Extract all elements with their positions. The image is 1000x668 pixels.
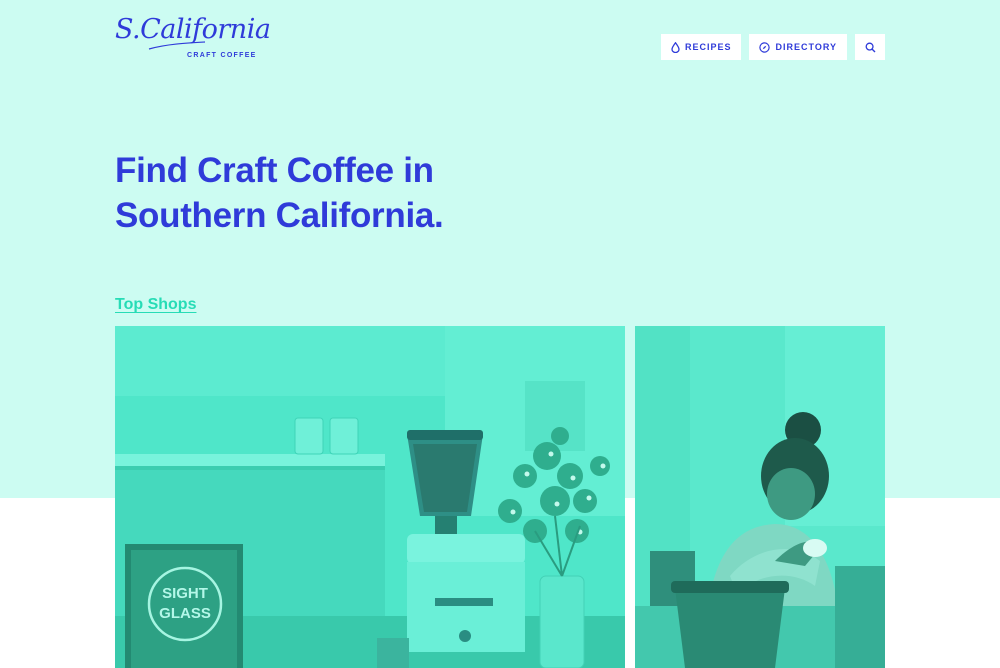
page-headline: Find Craft Coffee in Southern California… (115, 148, 635, 238)
shop-card-sightglass[interactable]: SIGHT GLASS (115, 326, 625, 668)
search-button[interactable] (855, 34, 885, 60)
compass-icon (759, 41, 771, 53)
search-icon (865, 42, 876, 53)
sign-text-2: GLASS (159, 605, 211, 622)
headline-line-2: Southern California. (115, 196, 444, 235)
headline-line-1: Find Craft Coffee in (115, 151, 434, 190)
shop-photo-counter: SIGHT GLASS (115, 326, 625, 668)
shop-card-barista[interactable] (635, 326, 885, 668)
sign-text-1: SIGHT (162, 585, 208, 602)
recipes-label: RECIPES (684, 42, 732, 52)
shop-photo-barista (635, 326, 885, 668)
main-nav: RECIPES DIRECTORY (660, 34, 885, 60)
logo-swash (148, 41, 206, 50)
top-shops-link[interactable]: Top Shops (115, 296, 196, 314)
logo-subtitle: CRAFT COFFEE (187, 52, 257, 59)
directory-button[interactable]: DIRECTORY (749, 34, 847, 60)
recipes-button[interactable]: RECIPES (660, 34, 742, 60)
site-logo[interactable]: S.California CRAFT COFFEE (115, 14, 271, 66)
drop-icon (671, 41, 680, 53)
directory-label: DIRECTORY (775, 42, 837, 52)
